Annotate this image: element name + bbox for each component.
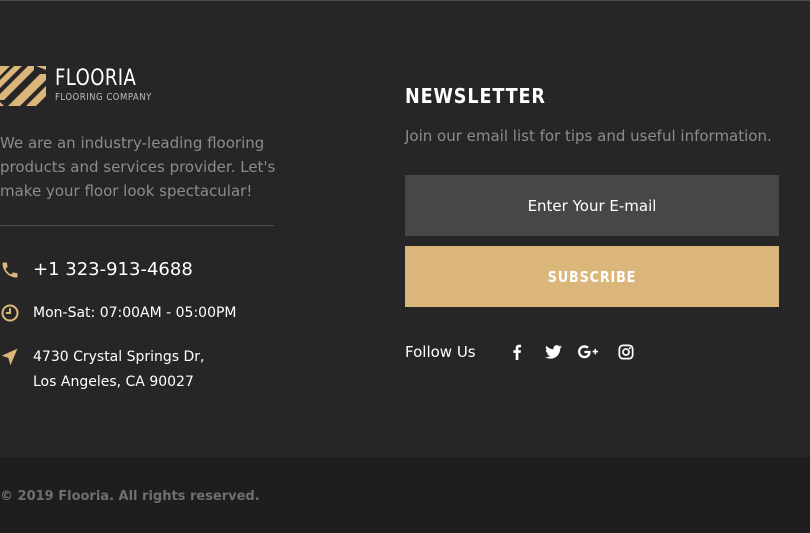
twitter-link[interactable] <box>543 342 563 362</box>
subscribe-button[interactable]: SUBSCRIBE <box>405 246 779 307</box>
follow-us-label: Follow Us <box>405 343 476 361</box>
flooria-logo-icon <box>0 66 46 106</box>
email-input[interactable] <box>405 175 779 236</box>
about-text: We are an industry-leading flooring prod… <box>0 134 276 200</box>
copyright-text: © 2019 Flooria. All rights reserved. <box>0 489 260 504</box>
divider <box>0 225 274 226</box>
facebook-icon <box>513 344 522 360</box>
phone-icon <box>2 262 18 278</box>
subscribe-label: SUBSCRIBE <box>547 267 637 286</box>
instagram-icon <box>618 344 634 360</box>
clock-icon <box>1 304 19 322</box>
newsletter-title: NEWSLETTER <box>405 84 546 108</box>
brand-logo[interactable]: FLOORIA FLOORING COMPANY <box>0 64 169 108</box>
newsletter-description: Join our email list for tips and useful … <box>405 127 772 145</box>
facebook-link[interactable] <box>507 342 527 362</box>
contact-phone[interactable]: +1 323-913-4688 <box>0 258 193 280</box>
footer-bottom-bar: © 2019 Flooria. All rights reserved. <box>0 457 810 533</box>
address-line-1: 4730 Crystal Springs Dr, <box>33 349 205 365</box>
brand-name: FLOORIA <box>55 66 137 91</box>
instagram-link[interactable] <box>616 342 636 362</box>
business-hours: Mon-Sat: 07:00AM - 05:00PM <box>33 305 237 321</box>
contact-hours: Mon-Sat: 07:00AM - 05:00PM <box>0 303 237 323</box>
google-plus-icon <box>578 345 598 359</box>
contact-address: 4730 Crystal Springs Dr, Los Angeles, CA… <box>0 345 205 390</box>
location-arrow-icon <box>1 348 18 366</box>
brand-tagline: FLOORING COMPANY <box>55 92 152 103</box>
google-plus-link[interactable] <box>578 342 598 362</box>
twitter-icon <box>544 345 562 359</box>
top-border <box>0 0 810 1</box>
phone-number[interactable]: +1 323-913-4688 <box>33 258 193 282</box>
address-line-2: Los Angeles, CA 90027 <box>33 374 194 390</box>
